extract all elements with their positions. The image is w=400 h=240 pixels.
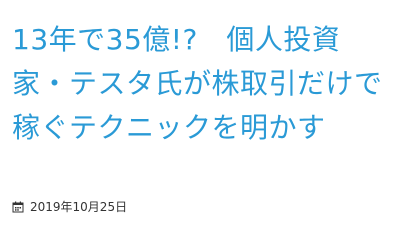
post-date: 2019年10月25日 <box>30 200 128 214</box>
article-title[interactable]: 13年で35億!? 個人投資家・テスタ氏が株取引だけで稼ぐテクニックを明かす <box>12 18 390 150</box>
article-header: 13年で35億!? 個人投資家・テスタ氏が株取引だけで稼ぐテクニックを明かす 2… <box>0 0 400 221</box>
calendar-icon <box>12 201 24 213</box>
post-date-meta: 2019年10月25日 <box>12 199 127 215</box>
